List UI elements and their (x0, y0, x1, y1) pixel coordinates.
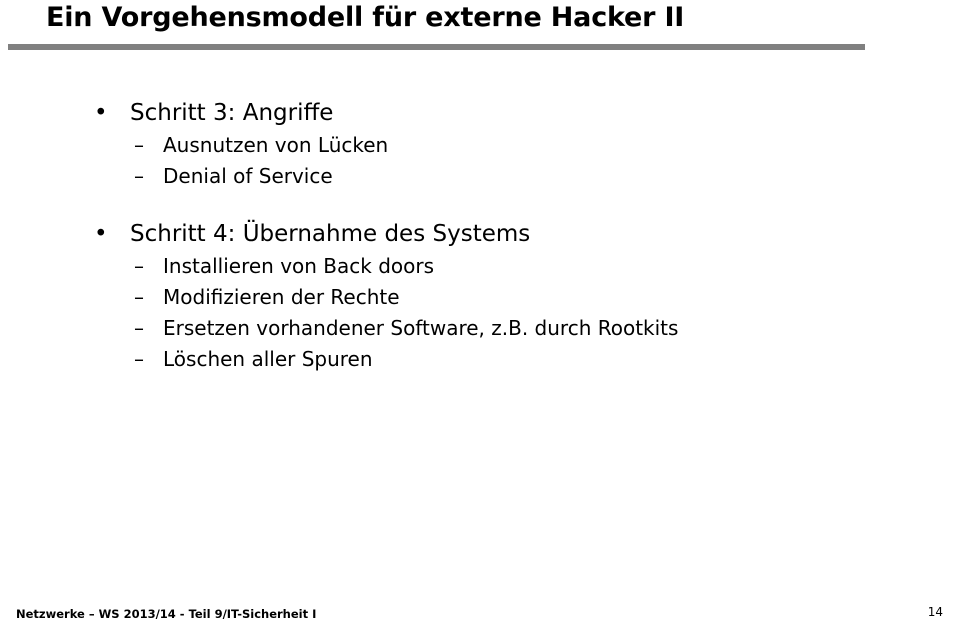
sub-list-item: – Löschen aller Spuren (0, 344, 960, 375)
sub-list-item-label: Denial of Service (163, 164, 333, 188)
sub-list-item-label: Ersetzen vorhandener Software, z.B. durc… (163, 316, 679, 340)
list-item-label: Schritt 3: Angriffe (130, 100, 334, 126)
bullet-dot-icon: • (94, 100, 108, 126)
slide-root: { "slide": { "title": "Ein Vorgehensmode… (0, 0, 960, 625)
dash-icon: – (134, 285, 144, 309)
sub-list-item: – Denial of Service (0, 161, 960, 192)
list-item-label: Schritt 4: Übernahme des Systems (130, 221, 531, 247)
sub-list-item: – Modifizieren der Rechte (0, 282, 960, 313)
sub-list-item-label: Installieren von Back doors (163, 254, 435, 278)
page-title: Ein Vorgehensmodell für externe Hacker I… (46, 2, 685, 33)
sub-list-item-label: Modifizieren der Rechte (163, 285, 400, 309)
list-item: • Schritt 3: Angriffe (0, 96, 960, 130)
bullet-group: • Schritt 4: Übernahme des Systems – Ins… (0, 217, 960, 375)
list-item: • Schritt 4: Übernahme des Systems (0, 217, 960, 251)
bullet-dot-icon: • (94, 221, 108, 247)
footer-course-info: Netzwerke – WS 2013/14 - Teil 9/IT-Siche… (16, 607, 317, 621)
sub-list-item: – Installieren von Back doors (0, 251, 960, 282)
slide-body: • Schritt 3: Angriffe – Ausnutzen von Lü… (0, 96, 960, 375)
dash-icon: – (134, 164, 144, 188)
bullet-group: • Schritt 3: Angriffe – Ausnutzen von Lü… (0, 96, 960, 192)
footer-page-number: 14 (927, 605, 943, 619)
sub-list-item: – Ersetzen vorhandener Software, z.B. du… (0, 313, 960, 344)
dash-icon: – (134, 316, 144, 340)
sub-list-item: – Ausnutzen von Lücken (0, 130, 960, 161)
sub-list-item-label: Löschen aller Spuren (163, 347, 373, 371)
dash-icon: – (134, 254, 144, 278)
dash-icon: – (134, 133, 144, 157)
title-divider (8, 44, 865, 50)
sub-list-item-label: Ausnutzen von Lücken (163, 133, 389, 157)
dash-icon: – (134, 347, 144, 371)
